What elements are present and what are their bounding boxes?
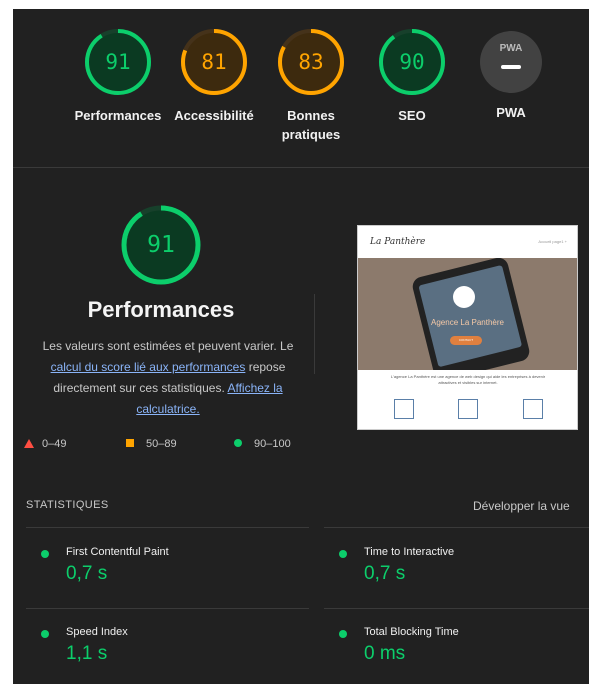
- accessibility-gauge: 81: [180, 28, 248, 96]
- pass-circle-icon: [41, 630, 49, 638]
- category-best-practices[interactable]: 83 Bonnes pratiques: [261, 28, 361, 144]
- pwa-badge-icon: PWA: [480, 31, 542, 93]
- score-calculation-link[interactable]: calcul du score lié aux performances: [51, 360, 246, 374]
- preview-layout-icon: [394, 399, 414, 419]
- metric-label: Time to Interactive: [364, 546, 455, 558]
- pwa-dash-icon: [501, 65, 521, 69]
- preview-contact-button: CONTACT: [450, 336, 482, 345]
- divider: [26, 608, 309, 609]
- pass-circle-icon: [339, 550, 347, 558]
- preview-logo: La Panthère: [370, 237, 426, 247]
- pwa-badge-text: PWA: [499, 43, 523, 54]
- performance-score: 91: [105, 50, 131, 74]
- performance-description: Les valeurs sont estimées et peuvent var…: [27, 336, 309, 420]
- pwa-label: PWA: [496, 105, 526, 120]
- best-practices-score: 83: [298, 50, 324, 74]
- performance-gauge: 91: [84, 28, 152, 96]
- pass-circle-icon: [339, 630, 347, 638]
- accessibility-score: 81: [201, 50, 227, 74]
- legend-average-range: 50–89: [146, 438, 177, 450]
- metric-value: 0 ms: [364, 643, 406, 664]
- performance-title: Performances: [87, 297, 235, 322]
- preview-nav: Accueil page1 +: [538, 239, 567, 244]
- legend-fail: 0–49: [24, 437, 66, 451]
- divider: [324, 608, 589, 609]
- performance-main-score: 91: [147, 232, 175, 258]
- seo-score: 90: [399, 50, 425, 74]
- category-pwa[interactable]: PWA PWA: [461, 28, 561, 122]
- metric-label: Total Blocking Time: [364, 626, 459, 638]
- category-performance[interactable]: 91 Performances: [68, 28, 168, 125]
- legend-average: 50–89: [126, 437, 177, 451]
- performance-main-gauge: 91: [120, 204, 202, 286]
- average-square-icon: [126, 439, 134, 447]
- expand-view-toggle[interactable]: Développer la vue: [473, 499, 570, 513]
- preview-paragraph: L'agence La Panthère est une agence de w…: [390, 374, 546, 385]
- preview-hero: Agence La Panthère CONTACT: [358, 258, 577, 370]
- preview-hero-title: Agence La Panthère: [431, 318, 504, 327]
- pass-circle-icon: [234, 439, 242, 447]
- pass-circle-icon: [41, 550, 49, 558]
- preview-cat-logo-icon: [453, 286, 475, 308]
- legend-pass: 90–100: [234, 437, 291, 451]
- divider: [324, 527, 589, 528]
- preview-header: La Panthère Accueil page1 +: [358, 226, 577, 258]
- performance-label: Performances: [74, 108, 162, 123]
- metric-value: 0,7 s: [364, 563, 406, 584]
- page-screenshot-preview[interactable]: La Panthère Accueil page1 + Agence La Pa…: [357, 225, 578, 430]
- preview-phone-image: [410, 258, 532, 370]
- preview-chart-icon: [458, 399, 478, 419]
- seo-gauge: 90: [378, 28, 446, 96]
- category-summary-bar: 91 Performances 81 Accessibilité 83 Bonn…: [13, 9, 589, 168]
- preview-pencil-icon: [523, 399, 543, 419]
- metric-label: Speed Index: [66, 626, 128, 638]
- legend-pass-range: 90–100: [254, 438, 291, 450]
- accessibility-label: Accessibilité: [174, 108, 254, 123]
- seo-label: SEO: [398, 108, 426, 123]
- divider: [26, 527, 309, 528]
- metric-label: First Contentful Paint: [66, 546, 169, 558]
- category-seo[interactable]: 90 SEO: [362, 28, 462, 125]
- category-accessibility[interactable]: 81 Accessibilité: [164, 28, 264, 125]
- lighthouse-report-panel: 91 Performances 81 Accessibilité 83 Bonn…: [13, 9, 589, 684]
- legend-fail-range: 0–49: [42, 438, 67, 450]
- fail-triangle-icon: [24, 439, 34, 448]
- vertical-divider: [314, 294, 315, 374]
- metric-value: 0,7 s: [66, 563, 108, 584]
- best-practices-label: Bonnes pratiques: [281, 108, 341, 142]
- metric-value: 1,1 s: [66, 643, 108, 664]
- best-practices-gauge: 83: [277, 28, 345, 96]
- statistics-heading: STATISTIQUES: [26, 499, 109, 511]
- description-text-1: Les valeurs sont estimées et peuvent var…: [42, 339, 294, 353]
